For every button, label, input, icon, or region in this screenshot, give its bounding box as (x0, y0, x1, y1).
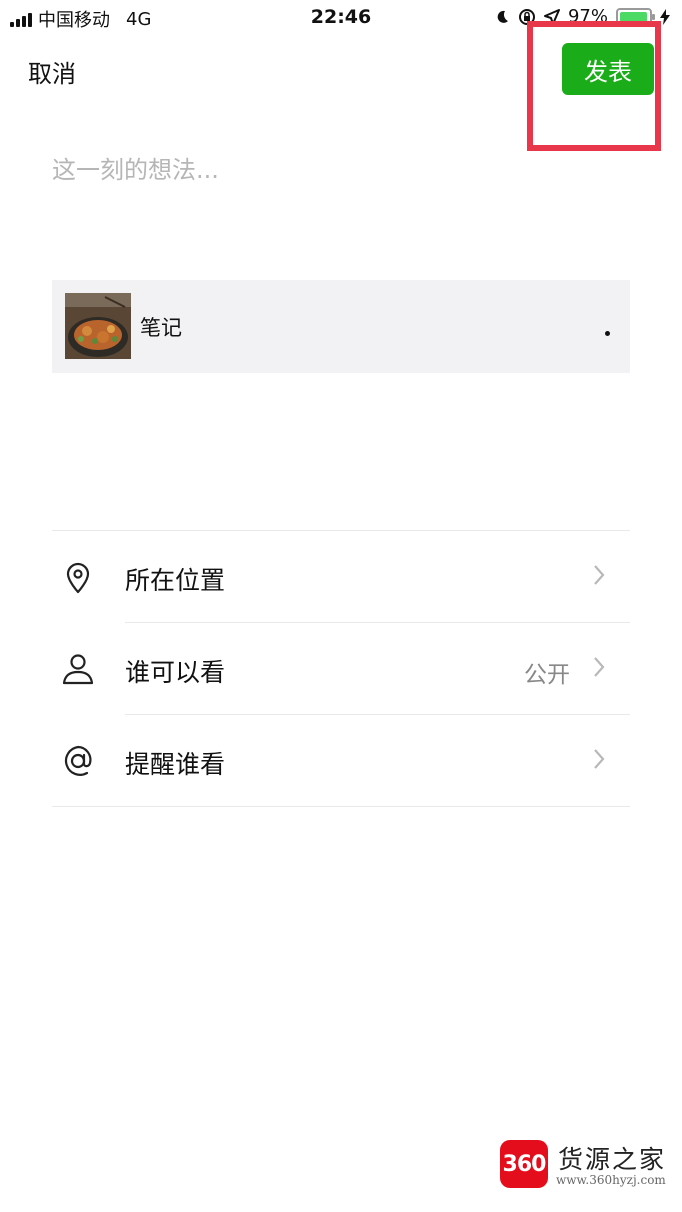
moon-icon (497, 10, 508, 23)
person-icon (62, 654, 94, 685)
option-mention-label: 提醒谁看 (125, 750, 226, 779)
thoughts-input[interactable] (52, 150, 630, 190)
cancel-button[interactable]: 取消 (28, 54, 76, 89)
chevron-right-icon (594, 749, 605, 769)
chevron-right-icon (594, 657, 605, 677)
option-visibility-label: 谁可以看 (125, 658, 226, 687)
watermark: 360 货源之家 www.360hyzj.com (500, 1140, 680, 1190)
chevron-right-icon (594, 565, 605, 585)
option-visibility-value: 公开 (524, 662, 570, 688)
card-dot (605, 331, 610, 336)
highlight-box (527, 21, 661, 151)
option-location[interactable]: 所在位置 (52, 531, 630, 623)
watermark-name: 货源之家 (558, 1145, 667, 1174)
battery-fill (620, 11, 648, 22)
divider (52, 806, 630, 807)
shared-title: 笔记 (140, 316, 182, 340)
shared-link-card[interactable]: 笔记 (52, 280, 630, 373)
at-sign-icon (65, 745, 92, 776)
charging-bolt-icon (660, 8, 670, 25)
option-location-label: 所在位置 (125, 566, 226, 595)
option-mention[interactable]: 提醒谁看 (52, 715, 630, 807)
location-pin-icon (66, 562, 90, 594)
watermark-url: www.360hyzj.com (556, 1173, 666, 1187)
option-visibility[interactable]: 谁可以看 公开 (52, 623, 630, 715)
shared-thumbnail (65, 293, 131, 359)
watermark-logo: 360 (500, 1140, 548, 1188)
